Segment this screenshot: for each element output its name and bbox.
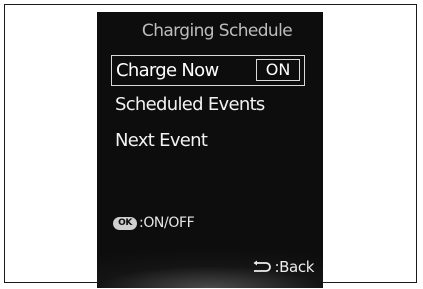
- ok-hint: OK :ON/OFF: [113, 215, 195, 231]
- back-arrow-icon: [253, 260, 271, 272]
- scheduled-events-item[interactable]: Scheduled Events: [115, 94, 265, 115]
- display-screen: Charging Schedule Charge Now ON Schedule…: [97, 12, 323, 288]
- charge-now-label: Charge Now: [116, 60, 219, 81]
- screen-title: Charging Schedule: [141, 21, 293, 41]
- ok-hint-text: :ON/OFF: [139, 215, 195, 231]
- charge-now-item[interactable]: Charge Now ON: [111, 55, 305, 86]
- back-label: :Back: [274, 258, 315, 276]
- charge-now-toggle[interactable]: ON: [256, 59, 300, 81]
- next-event-item[interactable]: Next Event: [115, 130, 208, 151]
- back-button[interactable]: :Back: [251, 258, 314, 276]
- ok-button-icon: OK: [113, 216, 137, 230]
